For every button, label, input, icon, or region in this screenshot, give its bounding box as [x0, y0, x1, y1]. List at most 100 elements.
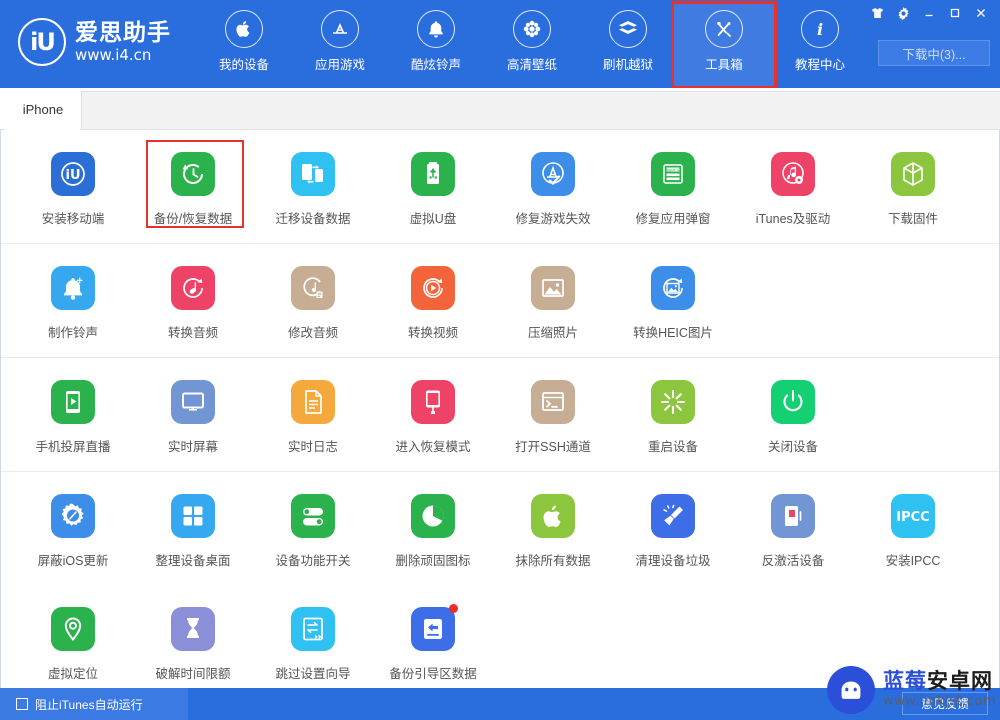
- tool-label: 虚拟定位: [47, 667, 98, 681]
- iu-app-icon: iU: [51, 152, 95, 196]
- tool-virtual-location[interactable]: 虚拟定位: [13, 585, 133, 698]
- tool-block-ios-update[interactable]: 屏蔽iOS更新: [13, 472, 133, 585]
- restart-device-icon: [651, 380, 695, 424]
- nav-label: 高清壁纸: [506, 58, 557, 72]
- tool-convert-heic[interactable]: 转换HEIC图片: [613, 244, 733, 357]
- skin-icon[interactable]: [864, 3, 890, 23]
- tool-fix-app-popup[interactable]: Apple ID 修复应用弹窗: [613, 130, 733, 243]
- box-open-icon: [609, 10, 647, 48]
- tool-delete-stubborn-icon[interactable]: 删除顽固图标: [373, 472, 493, 585]
- tool-backup-boot-data[interactable]: 备份引导区数据: [373, 585, 493, 698]
- tool-realtime-screen[interactable]: 实时屏幕: [133, 358, 253, 471]
- backup-boot-icon: [411, 604, 458, 651]
- nav-item-my-device[interactable]: 我的设备: [196, 10, 292, 80]
- tool-screen-cast-live[interactable]: 手机投屏直播: [13, 358, 133, 471]
- nav-item-wallpapers[interactable]: 高清壁纸: [484, 10, 580, 80]
- tool-crack-time-limit[interactable]: 破解时间限额: [133, 585, 253, 698]
- tool-install-ipcc[interactable]: IPCC 安装IPCC: [853, 472, 973, 585]
- nav-item-apps-games[interactable]: 应用游戏: [292, 10, 388, 80]
- tool-row: 虚拟定位 破解时间限额 跳过设置向导 备份引导区数据: [1, 585, 999, 698]
- tool-label: 进入恢复模式: [395, 440, 471, 454]
- tool-label: 整理设备桌面: [155, 554, 231, 568]
- tool-virtual-udisk[interactable]: 虚拟U盘: [373, 130, 493, 243]
- tool-install-mobile[interactable]: iU 安装移动端: [13, 130, 133, 243]
- tool-compress-photo[interactable]: 压缩照片: [493, 244, 613, 357]
- block-update-icon: [51, 494, 95, 538]
- ringtone-bell-icon: [51, 266, 95, 310]
- tool-open-ssh[interactable]: 打开SSH通道: [493, 358, 613, 471]
- tool-edit-audio[interactable]: 修改音频: [253, 244, 373, 357]
- nav-item-toolbox[interactable]: 工具箱: [671, 1, 777, 89]
- apple-icon: [225, 10, 263, 48]
- nav-item-ringtones[interactable]: 酷炫铃声: [388, 10, 484, 80]
- nav-item-flash-jailbreak[interactable]: 刷机越狱: [580, 10, 676, 80]
- nav-item-tutorial-center[interactable]: i 教程中心: [772, 10, 868, 80]
- tool-erase-all-data[interactable]: 抹除所有数据: [493, 472, 613, 585]
- tool-convert-video[interactable]: 转换视频: [373, 244, 493, 357]
- ipcc-install-icon: IPCC: [891, 494, 935, 538]
- minimize-icon[interactable]: [916, 3, 942, 23]
- tool-realtime-log[interactable]: 实时日志: [253, 358, 373, 471]
- block-itunes-checkbox[interactable]: [16, 698, 28, 710]
- tool-label: 下载固件: [887, 212, 938, 226]
- app-footer: 阻止iTunes自动运行 意见反馈: [0, 688, 1000, 720]
- photo-compress-icon: [531, 266, 575, 310]
- iu-logo-icon: iU: [18, 18, 66, 66]
- deactivate-icon: [771, 494, 815, 538]
- erase-all-icon: [531, 494, 575, 538]
- tool-label: 转换音频: [167, 326, 218, 340]
- tool-label: 安装移动端: [41, 212, 105, 226]
- tool-enter-recovery-mode[interactable]: 进入恢复模式: [373, 358, 493, 471]
- tabstrip-filler: [81, 91, 1000, 129]
- i4-assistant-window: iU 爱思助手 www.i4.cn 我的设备 应用游戏 酷炫铃声 高清壁纸 刷机…: [0, 0, 1000, 720]
- brand-url: www.i4.cn: [75, 46, 152, 64]
- tool-power-off-device[interactable]: 关闭设备: [733, 358, 853, 471]
- appstore-fix-icon: [531, 152, 575, 196]
- gear-icon[interactable]: [890, 3, 916, 23]
- nav-label: 教程中心: [794, 58, 845, 72]
- tool-feature-toggle[interactable]: 设备功能开关: [253, 472, 373, 585]
- clean-junk-icon: [651, 494, 695, 538]
- maximize-icon[interactable]: [942, 3, 968, 23]
- bell-icon: [417, 10, 455, 48]
- close-icon[interactable]: [968, 3, 994, 23]
- organize-desktop-icon: [171, 494, 215, 538]
- tool-label: 跳过设置向导: [275, 667, 351, 681]
- tool-label: 虚拟U盘: [409, 212, 457, 226]
- tool-download-firmware[interactable]: 下载固件: [853, 130, 973, 243]
- block-itunes-label: 阻止iTunes自动运行: [35, 697, 143, 712]
- tool-restart-device[interactable]: 重启设备: [613, 358, 733, 471]
- main-nav: 我的设备 应用游戏 酷炫铃声 高清壁纸 刷机越狱 工具箱 i 教程中心: [196, 1, 868, 89]
- tool-label: 抹除所有数据: [515, 554, 591, 568]
- svg-text:Apple ID: Apple ID: [666, 168, 681, 172]
- tool-label: iTunes及驱动: [755, 212, 831, 226]
- tool-convert-audio[interactable]: 转换音频: [133, 244, 253, 357]
- tool-label: 修复应用弹窗: [635, 212, 711, 226]
- tool-row: 屏蔽iOS更新 整理设备桌面 设备功能开关 删除顽固图标 抹除所有数据 清理设备…: [1, 472, 999, 585]
- feedback-button[interactable]: 意见反馈: [902, 692, 988, 715]
- tool-skip-setup-wizard[interactable]: 跳过设置向导: [253, 585, 373, 698]
- audio-edit-icon: [291, 266, 335, 310]
- tool-label: 安装IPCC: [885, 554, 941, 568]
- tool-label: 修改音频: [287, 326, 338, 340]
- tab-iphone[interactable]: iPhone: [6, 88, 80, 130]
- download-status-button[interactable]: 下载中(3)...: [878, 40, 990, 66]
- flower-icon: [513, 10, 551, 48]
- tool-fix-game-failure[interactable]: 修复游戏失效: [493, 130, 613, 243]
- tool-organize-desktop[interactable]: 整理设备桌面: [133, 472, 253, 585]
- tool-deactivate-device[interactable]: 反激活设备: [733, 472, 853, 585]
- block-itunes-toggle[interactable]: 阻止iTunes自动运行: [0, 688, 188, 720]
- tool-label: 压缩照片: [527, 326, 578, 340]
- tool-row: 手机投屏直播 实时屏幕 实时日志 进入恢复模式 打开SSH通道 重启设备 关闭设…: [1, 358, 999, 472]
- toolbox-grid: iU 安装移动端 备份/恢复数据 迁移设备数据 虚拟U盘 修复游戏失效 Appl…: [0, 130, 1000, 688]
- tool-migrate-device-data[interactable]: 迁移设备数据: [253, 130, 373, 243]
- time-limit-icon: [171, 607, 215, 651]
- nav-label: 应用游戏: [314, 58, 365, 72]
- tool-make-ringtone[interactable]: 制作铃声: [13, 244, 133, 357]
- tool-backup-restore[interactable]: 备份/恢复数据: [133, 130, 253, 243]
- tool-itunes-driver[interactable]: iTunes及驱动: [733, 130, 853, 243]
- tool-label: 实时日志: [287, 440, 338, 454]
- tool-label: 备份引导区数据: [389, 667, 477, 681]
- tool-clean-junk[interactable]: 清理设备垃圾: [613, 472, 733, 585]
- tool-label: 删除顽固图标: [395, 554, 471, 568]
